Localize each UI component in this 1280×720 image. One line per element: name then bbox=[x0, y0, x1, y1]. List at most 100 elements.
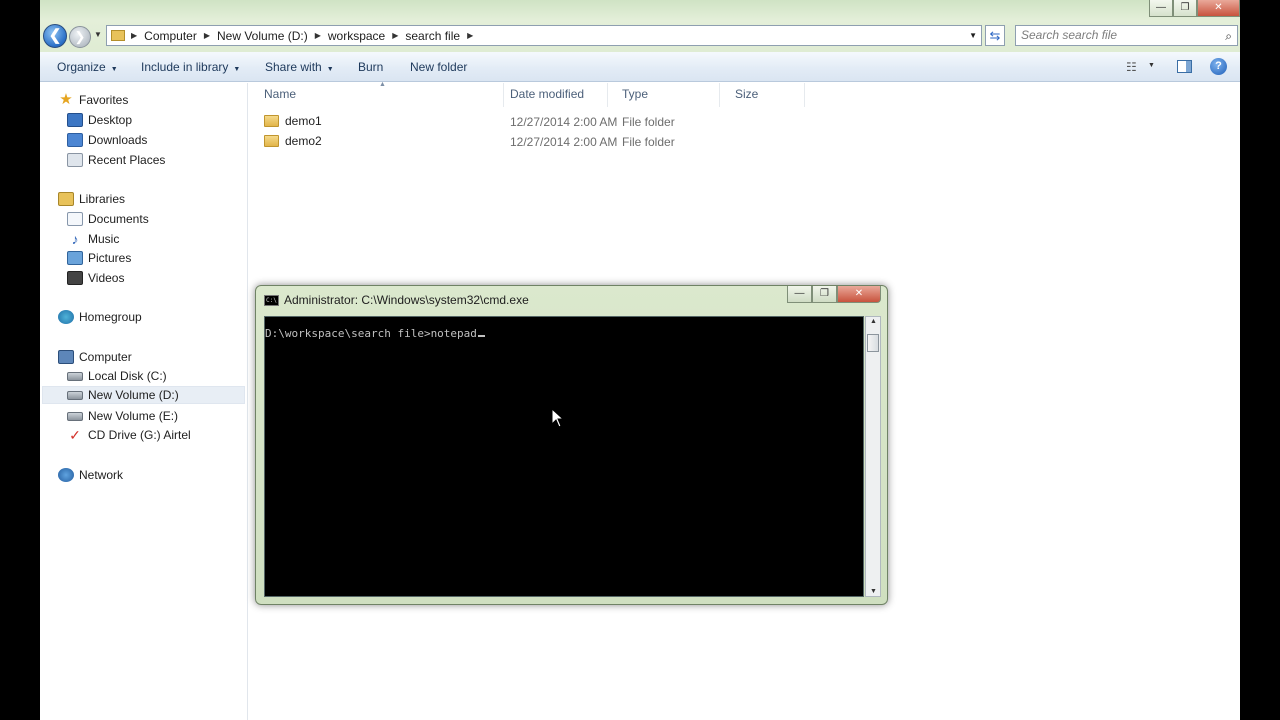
view-dropdown-icon[interactable]: ▼ bbox=[1148, 62, 1155, 69]
scroll-down-icon[interactable]: ▼ bbox=[870, 588, 877, 595]
forward-button[interactable]: ❯ bbox=[69, 26, 91, 48]
file-type: File folder bbox=[622, 135, 675, 149]
minimize-button[interactable]: — bbox=[1149, 0, 1173, 17]
cmd-scrollbar[interactable]: ▲ ▼ bbox=[865, 316, 881, 597]
drive-icon bbox=[67, 411, 83, 421]
refresh-button[interactable]: ⇆ bbox=[985, 25, 1005, 46]
close-button[interactable]: ✕ bbox=[1197, 0, 1240, 17]
chevron-right-icon[interactable]: ▶ bbox=[315, 31, 321, 40]
breadcrumb-computer[interactable]: Computer ▶ bbox=[144, 29, 217, 43]
chevron-right-icon[interactable]: ▶ bbox=[467, 31, 473, 40]
nav-cd-drive-g[interactable]: ✓ CD Drive (G:) Airtel bbox=[67, 426, 191, 444]
nav-label: Libraries bbox=[79, 192, 126, 206]
drive-icon bbox=[67, 390, 83, 400]
column-name[interactable]: ▲ Name bbox=[249, 81, 504, 107]
address-bar[interactable]: ▶ Computer ▶ New Volume (D:) ▶ workspace ▶ … bbox=[106, 25, 982, 46]
file-name: demo2 bbox=[285, 134, 322, 148]
column-size[interactable]: Size bbox=[720, 83, 805, 107]
breadcrumb-label: New Volume (D:) bbox=[217, 28, 308, 43]
console-area[interactable]: D:\workspace\search file>notepad bbox=[264, 316, 864, 597]
console-text: D:\workspace\search file>notepad bbox=[265, 327, 477, 340]
cmd-window[interactable]: C:\ Administrator: C:\Windows\system32\c… bbox=[255, 285, 888, 605]
cmd-close-button[interactable]: ✕ bbox=[837, 286, 881, 303]
nav-desktop[interactable]: Desktop bbox=[67, 111, 132, 129]
include-in-library-menu[interactable]: Include in library ▼ bbox=[141, 60, 240, 74]
view-options-icon[interactable]: ☷ bbox=[1126, 60, 1137, 74]
nav-local-disk-c[interactable]: Local Disk (C:) bbox=[67, 367, 167, 385]
column-type[interactable]: Type bbox=[607, 83, 720, 107]
breadcrumb-workspace[interactable]: workspace ▶ bbox=[328, 29, 406, 43]
chevron-right-icon[interactable]: ▶ bbox=[392, 31, 398, 40]
computer-icon bbox=[58, 350, 74, 364]
nav-label: Network bbox=[79, 468, 124, 482]
title-bar: — ❐ ✕ ❮ ❯ ▼ ▶ Computer ▶ New Volume (D:) ▶… bbox=[40, 0, 1240, 52]
nav-label: Homegroup bbox=[79, 310, 142, 324]
downloads-icon bbox=[67, 133, 83, 147]
folder-icon bbox=[264, 135, 279, 147]
file-row[interactable]: demo2 12/27/2014 2:00 AM File folder bbox=[249, 131, 849, 151]
star-icon: ★ bbox=[59, 91, 73, 108]
documents-icon bbox=[67, 212, 83, 226]
sort-up-icon: ▲ bbox=[379, 81, 386, 88]
column-label: Name bbox=[264, 87, 297, 101]
column-date-modified[interactable]: Date modified bbox=[495, 83, 608, 107]
nav-label: CD Drive (G:) Airtel bbox=[88, 428, 191, 442]
nav-label: Favorites bbox=[79, 93, 129, 107]
preview-pane-icon[interactable] bbox=[1177, 60, 1192, 73]
nav-libraries[interactable]: Libraries bbox=[58, 190, 125, 208]
address-history-dropdown[interactable]: ▼ bbox=[969, 31, 977, 40]
help-icon[interactable]: ? bbox=[1210, 58, 1227, 75]
new-folder-button[interactable]: New folder bbox=[410, 60, 467, 74]
column-label: Date modified bbox=[510, 87, 585, 101]
back-button[interactable]: ❮ bbox=[43, 24, 67, 48]
nav-videos[interactable]: Videos bbox=[67, 269, 124, 287]
nav-documents[interactable]: Documents bbox=[67, 210, 149, 228]
cmd-window-controls: — ❐ ✕ bbox=[787, 286, 881, 303]
recent-pages-button[interactable]: ▼ bbox=[94, 30, 102, 39]
nav-new-volume-e[interactable]: New Volume (E:) bbox=[67, 407, 178, 425]
arrow-left-icon: ❮ bbox=[48, 27, 62, 44]
search-icon[interactable]: ⌕ bbox=[1225, 27, 1232, 46]
cmd-maximize-button[interactable]: ❐ bbox=[812, 286, 837, 303]
nav-computer[interactable]: Computer bbox=[58, 348, 132, 366]
breadcrumb-label: Computer bbox=[144, 28, 197, 43]
music-icon: ♪ bbox=[71, 231, 79, 247]
organize-menu[interactable]: Organize ▼ bbox=[57, 60, 118, 74]
nav-network[interactable]: Network bbox=[58, 466, 123, 484]
column-label: Type bbox=[622, 87, 649, 101]
maximize-button[interactable]: ❐ bbox=[1173, 0, 1197, 17]
file-date: 12/27/2014 2:00 AM bbox=[510, 135, 618, 149]
share-with-menu[interactable]: Share with ▼ bbox=[265, 60, 334, 74]
chevron-right-icon[interactable]: ▶ bbox=[204, 31, 210, 40]
nav-label: Pictures bbox=[88, 251, 132, 265]
nav-label: Videos bbox=[88, 271, 125, 285]
share-label: Share with bbox=[265, 60, 322, 74]
breadcrumb-search-file[interactable]: search file ▶ bbox=[405, 29, 480, 43]
nav-downloads[interactable]: Downloads bbox=[67, 131, 147, 149]
file-row[interactable]: demo1 12/27/2014 2:00 AM File folder bbox=[249, 111, 849, 131]
cmd-minimize-button[interactable]: — bbox=[787, 286, 812, 303]
nav-label: New Volume (D:) bbox=[88, 388, 179, 402]
nav-music[interactable]: ♪ Music bbox=[67, 230, 120, 248]
nav-favorites[interactable]: ★ Favorites bbox=[58, 91, 128, 109]
breadcrumb-label: workspace bbox=[327, 28, 386, 43]
nav-new-volume-d[interactable]: New Volume (D:) bbox=[42, 386, 245, 404]
window-controls: — ❐ ✕ bbox=[1149, 0, 1240, 18]
cd-drive-icon: ✓ bbox=[69, 427, 81, 443]
breadcrumb-volume-d[interactable]: New Volume (D:) ▶ bbox=[217, 29, 328, 43]
letterbox-left bbox=[0, 0, 40, 720]
nav-homegroup[interactable]: Homegroup bbox=[58, 308, 142, 326]
nav-pictures[interactable]: Pictures bbox=[67, 249, 131, 267]
nav-recent-places[interactable]: Recent Places bbox=[67, 151, 165, 169]
nav-label: New Volume (E:) bbox=[88, 409, 179, 423]
nav-label: Documents bbox=[88, 212, 149, 226]
search-input[interactable]: Search search file ⌕ bbox=[1015, 25, 1238, 46]
folder-icon bbox=[264, 115, 279, 127]
breadcrumb-root-arrow[interactable]: ▶ bbox=[131, 31, 144, 40]
nav-label: Computer bbox=[79, 350, 132, 364]
burn-button[interactable]: Burn bbox=[358, 60, 383, 74]
scroll-up-icon[interactable]: ▲ bbox=[870, 318, 877, 325]
scroll-thumb[interactable] bbox=[867, 334, 879, 352]
console-prompt-line: D:\workspace\search file>notepad bbox=[265, 327, 485, 340]
recent-places-icon bbox=[67, 153, 83, 167]
